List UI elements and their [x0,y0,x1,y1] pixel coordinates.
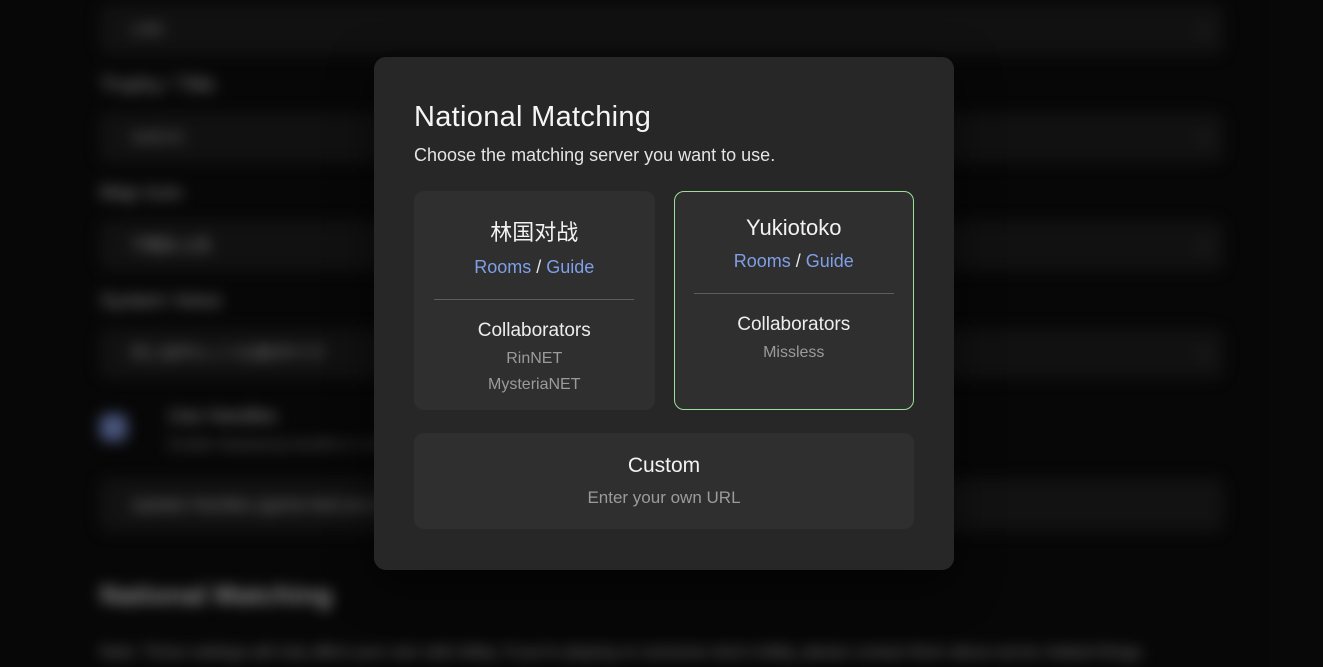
guide-link[interactable]: Guide [806,251,854,271]
server-links: Rooms / Guide [675,251,914,272]
server-card-yukiotoko[interactable]: Yukiotoko Rooms / Guide Collaborators Mi… [674,191,915,410]
rooms-link[interactable]: Rooms [474,257,531,277]
collaborator-name: RinNET [415,350,654,368]
server-links: Rooms / Guide [415,257,654,278]
server-name: 林国对战 [415,215,654,247]
rooms-link[interactable]: Rooms [734,251,791,271]
link-separator: / [791,251,806,271]
collaborators-heading: Collaborators [675,314,914,336]
custom-server-card[interactable]: Custom Enter your own URL [414,433,914,529]
divider [694,293,894,294]
modal-title: National Matching [414,101,914,134]
divider [434,299,634,300]
national-matching-modal: National Matching Choose the matching se… [374,57,954,570]
collaborators-heading: Collaborators [415,320,654,342]
server-name: Yukiotoko [675,215,914,241]
modal-subtitle: Choose the matching server you want to u… [414,145,914,166]
link-separator: / [531,257,546,277]
collaborator-name: Missless [675,344,914,362]
guide-link[interactable]: Guide [546,257,594,277]
collaborator-name: MysteriaNET [415,376,654,394]
custom-subtitle: Enter your own URL [414,488,914,508]
server-options-row: 林国对战 Rooms / Guide Collaborators RinNET … [414,191,914,410]
custom-title: Custom [414,454,914,478]
server-card-linguo[interactable]: 林国对战 Rooms / Guide Collaborators RinNET … [414,191,655,410]
